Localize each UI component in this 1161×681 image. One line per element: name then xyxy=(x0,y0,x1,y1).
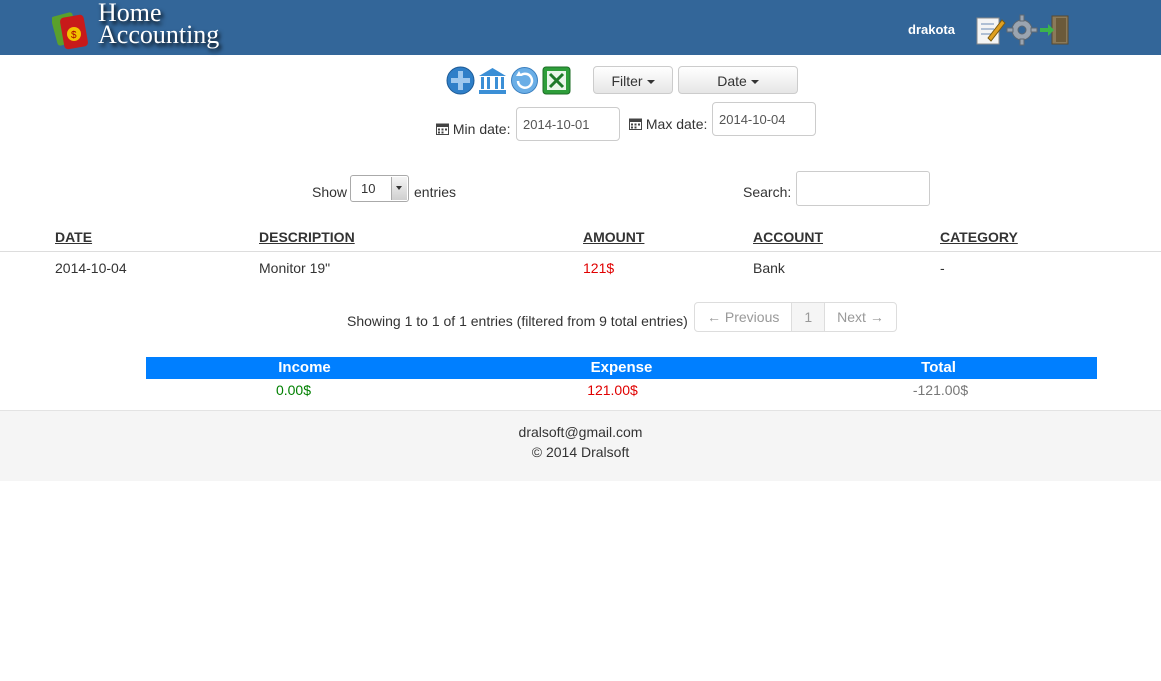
username[interactable]: drakota xyxy=(908,22,955,37)
min-date-text: Min date: xyxy=(452,121,511,137)
column-header-description[interactable]: DESCRIPTION xyxy=(259,229,355,245)
show-label: Show xyxy=(312,184,348,200)
previous-page-button[interactable]: ← Previous xyxy=(695,303,793,331)
bank-icon[interactable] xyxy=(478,66,507,95)
expense-header: Expense xyxy=(590,359,653,376)
next-page-button[interactable]: Next → xyxy=(825,303,896,331)
min-date-input[interactable] xyxy=(516,107,620,141)
wallet-money-icon[interactable]: $ xyxy=(51,6,98,52)
max-date-text: Max date: xyxy=(645,116,708,132)
date-button-label: Date xyxy=(717,73,747,89)
footer: dralsoft@gmail.com © 2014 Dralsoft xyxy=(0,410,1161,481)
chevron-down-icon[interactable] xyxy=(391,177,407,200)
add-plus-icon[interactable] xyxy=(446,66,475,95)
table-info: Showing 1 to 1 of 1 entries (filtered fr… xyxy=(347,313,688,329)
logout-door-icon[interactable] xyxy=(1038,14,1070,46)
top-navbar: $ Home Accounting drakota xyxy=(0,0,1161,55)
footer-copyright: © 2014 Dralsoft xyxy=(531,444,630,460)
calendar-icon xyxy=(629,116,646,132)
entries-select-value: 10 xyxy=(361,181,376,196)
svg-text:$: $ xyxy=(71,30,77,41)
filter-dropdown-button[interactable]: Filter xyxy=(593,66,673,94)
date-dropdown-button[interactable]: Date xyxy=(678,66,798,94)
column-header-amount[interactable]: AMOUNT xyxy=(583,229,644,245)
table-header-divider xyxy=(0,251,1161,252)
chevron-down-icon xyxy=(750,80,759,85)
column-header-account[interactable]: ACCOUNT xyxy=(753,229,823,245)
entries-label: entries xyxy=(414,184,457,200)
entries-per-page-select[interactable]: 10 xyxy=(350,175,409,202)
edit-icon[interactable] xyxy=(974,14,1006,46)
calendar-icon xyxy=(436,121,453,137)
pagination: ← Previous 1 Next → xyxy=(694,302,897,332)
logo-line-2: Accounting xyxy=(98,20,220,49)
cell-account: Bank xyxy=(753,260,785,276)
chevron-down-icon xyxy=(646,80,655,85)
footer-email[interactable]: dralsoft@gmail.com xyxy=(0,424,1161,440)
cell-category: - xyxy=(940,260,945,276)
excel-icon[interactable] xyxy=(542,66,571,95)
app-logo-title[interactable]: Home Accounting xyxy=(98,0,220,49)
search-label: Search: xyxy=(743,184,792,200)
max-date-label: Max date: xyxy=(629,116,707,132)
expense-value: 121.00$ xyxy=(587,382,638,398)
refresh-icon[interactable] xyxy=(510,66,539,95)
settings-gear-icon[interactable] xyxy=(1006,14,1038,46)
search-input[interactable] xyxy=(796,171,930,206)
income-header: Income xyxy=(278,359,331,376)
column-header-date[interactable]: DATE xyxy=(55,229,92,245)
column-header-category[interactable]: CATEGORY xyxy=(940,229,1018,245)
income-value: 0.00$ xyxy=(275,382,312,398)
filter-button-label: Filter xyxy=(611,73,643,89)
total-value: -121.00$ xyxy=(912,382,969,398)
cell-date: 2014-10-04 xyxy=(55,260,127,276)
page-1-button[interactable]: 1 xyxy=(792,303,826,331)
min-date-label: Min date: xyxy=(436,121,510,137)
cell-description: Monitor 19" xyxy=(259,260,331,276)
total-header: Total xyxy=(921,359,956,376)
max-date-input[interactable] xyxy=(712,102,816,136)
summary-header: Income Expense Total xyxy=(146,357,1097,379)
cell-amount: 121$ xyxy=(583,260,615,276)
